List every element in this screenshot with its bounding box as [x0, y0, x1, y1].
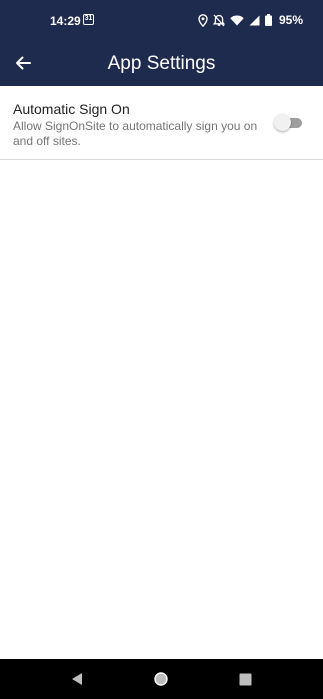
nav-recents-button[interactable] [237, 671, 253, 687]
battery-icon [264, 14, 272, 26]
battery-percent: 95% [278, 13, 303, 27]
setting-description: Allow SignOnSite to automatically sign y… [13, 119, 258, 148]
wifi-icon [230, 15, 244, 25]
nav-back-button[interactable] [69, 671, 85, 687]
nav-home-button[interactable] [153, 671, 169, 687]
home-circle-icon [154, 672, 168, 686]
recents-square-icon [239, 673, 251, 685]
status-icons: 95% [198, 13, 303, 27]
app-bar: App Settings [0, 40, 323, 86]
status-bar: 14:29 31 95% [0, 0, 323, 40]
status-time: 14:29 [50, 14, 81, 28]
location-icon [198, 13, 208, 27]
page-title: App Settings [107, 53, 216, 74]
alarm-off-icon [212, 14, 225, 26]
signal-icon [249, 15, 260, 25]
back-triangle-icon [72, 673, 82, 685]
navigation-bar [0, 659, 323, 699]
setting-title: Automatic Sign On [13, 101, 130, 117]
calendar-icon: 31 [83, 14, 94, 25]
automatic-sign-on-toggle[interactable] [274, 114, 302, 132]
toggle-thumb [274, 114, 291, 131]
setting-row-automatic-sign-on[interactable]: Automatic Sign On Allow SignOnSite to au… [0, 86, 323, 160]
